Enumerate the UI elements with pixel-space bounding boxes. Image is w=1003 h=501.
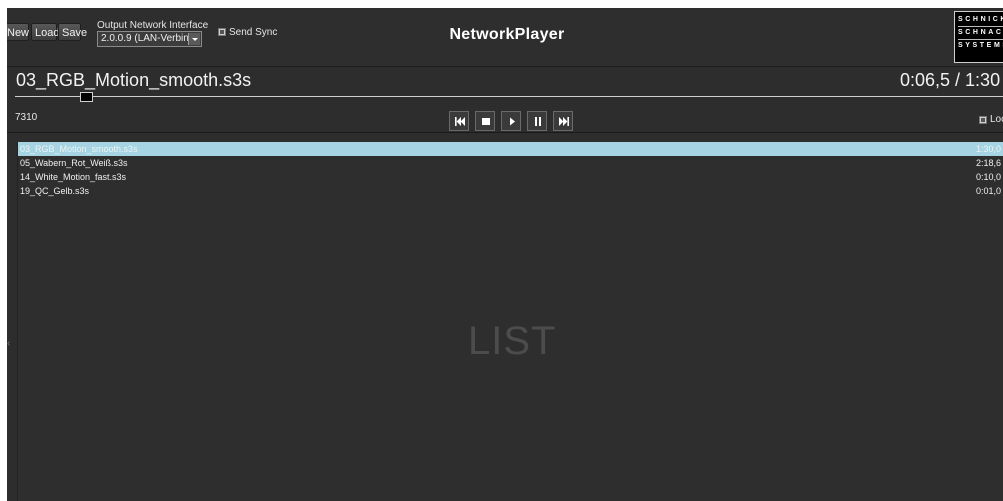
logo-line: SYSTEMS (958, 42, 1003, 49)
playlist-row-name: 19_QC_Gelb.s3s (20, 186, 90, 196)
playlist-row[interactable]: 03_RGB_Motion_smooth.s3s 1:30,0 (18, 142, 1003, 156)
skip-forward-button[interactable] (553, 111, 573, 131)
playlist-row-name: 05_Wabern_Rot_Weiß.s3s (20, 158, 128, 168)
app-title: NetworkPlayer (449, 26, 565, 43)
output-interface-label: Output Network Interface (97, 20, 209, 31)
playlist-row[interactable]: 19_QC_Gelb.s3s 0:01,0 (18, 184, 1003, 198)
playlist[interactable]: 03_RGB_Motion_smooth.s3s 1:30,0 05_Waber… (17, 142, 1003, 501)
chevron-left-icon[interactable]: ‹ (7, 338, 11, 350)
network-player-window: New Load Save Output Network Interface 2… (7, 8, 1003, 501)
frame-counter: 7310 (15, 112, 38, 123)
seek-handle[interactable] (79, 92, 93, 102)
header-bar: New Load Save Output Network Interface 2… (7, 8, 1003, 67)
logo-line: SCHNACK (958, 27, 1003, 40)
playlist-row-duration: 1:30,0 (975, 144, 1001, 154)
send-sync-label: Send Sync (229, 27, 278, 38)
playback-time: 0:06,5 / 1:30 (900, 70, 1001, 90)
skip-forward-icon (559, 117, 569, 126)
stop-button[interactable] (475, 111, 495, 131)
pause-button[interactable] (527, 111, 547, 131)
output-interface-select[interactable]: 2.0.0.9 (LAN-Verbind (97, 31, 202, 47)
output-interface-value: 2.0.0.9 (LAN-Verbind (101, 33, 195, 44)
playlist-row-name: 14_White_Motion_fast.s3s (20, 172, 127, 182)
playlist-row[interactable]: 05_Wabern_Rot_Weiß.s3s 2:18,6 (18, 156, 1003, 170)
chevron-down-icon[interactable] (188, 33, 200, 45)
playlist-row-name: 03_RGB_Motion_smooth.s3s (20, 144, 138, 154)
playlist-row[interactable]: 14_White_Motion_fast.s3s 0:10,0 (18, 170, 1003, 184)
new-button[interactable]: New (7, 23, 29, 41)
brand-logo: SCHNICK SCHNACK SYSTEMS (954, 11, 1003, 63)
pause-icon (535, 117, 541, 126)
save-button[interactable]: Save (58, 23, 87, 41)
stop-icon (482, 118, 490, 125)
skip-back-icon (455, 117, 465, 126)
play-icon (510, 117, 515, 126)
playlist-row-duration: 2:18,6 (975, 158, 1001, 168)
playlist-row-duration: 0:10,0 (975, 172, 1001, 182)
divider (7, 132, 1003, 133)
load-button[interactable]: Load (31, 23, 59, 41)
logo-line: SCHNICK (958, 14, 1003, 27)
seek-track[interactable] (15, 96, 1003, 97)
lock-checkbox[interactable] (979, 116, 987, 124)
skip-back-button[interactable] (449, 111, 469, 131)
list-placeholder: LIST (468, 319, 557, 363)
lock-label: Lock (990, 114, 1003, 125)
transport-controls (449, 111, 573, 131)
send-sync-checkbox[interactable] (218, 28, 226, 36)
now-playing-file: 03_RGB_Motion_smooth.s3s (16, 70, 252, 90)
play-button[interactable] (501, 111, 521, 131)
playlist-row-duration: 0:01,0 (975, 186, 1001, 196)
